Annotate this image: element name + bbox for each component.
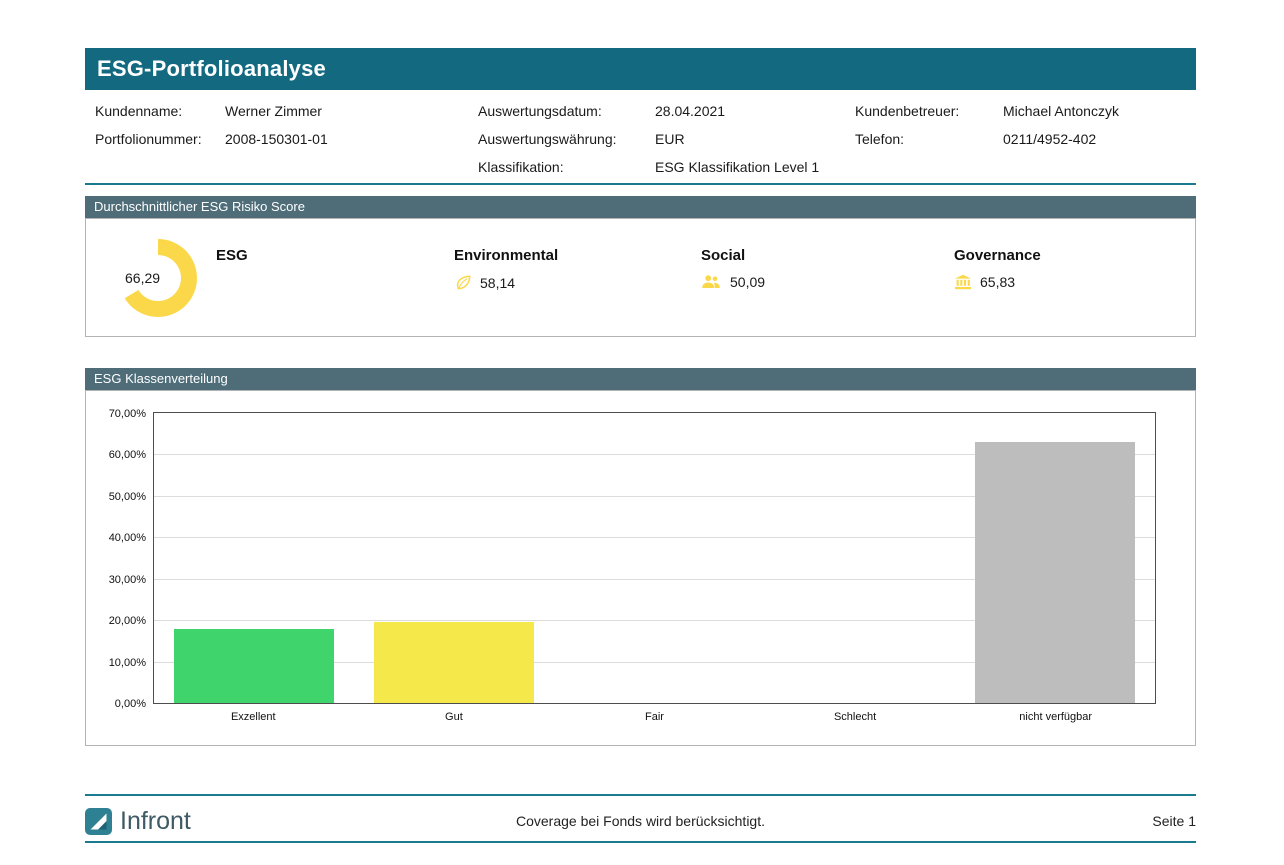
meta-value-telefon: 0211/4952-402 [1003,131,1096,147]
bar-0 [174,629,334,703]
footer-divider-bottom [85,841,1196,843]
metric-environmental-label: Environmental [454,247,558,264]
meta-label-auswertungsdatum: Auswertungsdatum: [478,103,655,119]
footer: Infront Coverage bei Fonds wird berücksi… [85,803,1196,839]
report-title-bar: ESG-Portfolioanalyse [85,48,1196,90]
bar-1 [374,622,534,703]
meta-row: Kundenbetreuer: Michael Antonczyk [855,103,1119,131]
metric-environmental: Environmental 58,14 [454,247,558,291]
x-label-1: Gut [354,711,555,723]
metric-social: Social 50,09 [701,247,765,290]
bar-band-4 [955,413,1155,703]
section-header-distribution: ESG Klassenverteilung [85,368,1196,390]
meta-value-auswertungsdatum: 28.04.2021 [655,103,725,119]
bar-chart-plot: 0,00%10,00%20,00%30,00%40,00%50,00%60,00… [153,412,1156,704]
report-content: ESG-Portfolioanalyse Kundenname: Werner … [85,48,1196,746]
page-number: Seite 1 [1152,813,1196,829]
esg-score-value: 66,29 [125,270,160,286]
bar-band-1 [354,413,554,703]
y-tick-label: 10,00% [88,657,146,669]
meta-label-portfolionummer: Portfolionummer: [95,131,225,147]
metric-social-label: Social [701,247,765,264]
meta-label-klassifikation: Klassifikation: [478,159,655,175]
y-tick-label: 20,00% [88,615,146,627]
esg-distribution-panel: 0,00% 10,00% 20,00% 30,00% 40,00% 50,00% 60,00… [85,390,1196,746]
meta-label-kundenbetreuer: Kundenbetreuer: [855,103,1003,119]
esg-score-panel: 66,29 ESG Environmental 58,14 Social [85,218,1196,337]
x-label-3: Schlecht [755,711,956,723]
meta-label-kundenname: Kundenname: [95,103,225,119]
metric-governance-row: 65,83 [954,274,1041,290]
y-tick-label: 70,00% [88,408,146,420]
metric-governance-label: Governance [954,247,1041,264]
footer-note: Coverage bei Fonds wird berücksichtigt. [85,813,1196,829]
meta-value-kundenbetreuer: Michael Antonczyk [1003,103,1119,119]
people-icon [701,274,722,290]
esg-label: ESG [216,247,248,264]
x-axis-labels: ExzellentGutFairSchlechtnicht verfügbar [153,711,1156,723]
leaf-icon [454,274,472,291]
section-header-esg-score: Durchschnittlicher ESG Risiko Score [85,196,1196,218]
meta-row: Portfolionummer: 2008-150301-01 [95,131,328,159]
esg-score-gauge: 66,29 [119,239,197,317]
meta-value-kundenname: Werner Zimmer [225,103,322,119]
y-tick-label: 50,00% [88,491,146,503]
section-title-distribution: ESG Klassenverteilung [94,371,228,386]
metric-governance-value: 65,83 [980,274,1015,290]
metric-environmental-row: 58,14 [454,274,558,291]
y-tick-label: 30,00% [88,574,146,586]
meta-row: Auswertungsdatum: 28.04.2021 [478,103,819,131]
bar-bands [154,413,1155,703]
y-tick-label: 0,00% [88,698,146,710]
meta-column-middle: Auswertungsdatum: 28.04.2021 Auswertungs… [478,103,819,187]
bar-band-3 [755,413,955,703]
footer-divider-top [85,794,1196,796]
meta-row: Telefon: 0211/4952-402 [855,131,1119,159]
metric-social-value: 50,09 [730,274,765,290]
bank-icon [954,274,972,290]
y-tick-label: 40,00% [88,532,146,544]
x-label-4: nicht verfügbar [955,711,1156,723]
meta-label-auswertungswaehrung: Auswertungswährung: [478,131,655,147]
metric-governance: Governance 65,83 [954,247,1041,290]
meta-row: Kundenname: Werner Zimmer [95,103,328,131]
meta-value-portfolionummer: 2008-150301-01 [225,131,328,147]
meta-value-auswertungswaehrung: EUR [655,131,685,147]
bar-4 [975,442,1135,703]
meta-column-right: Kundenbetreuer: Michael Antonczyk Telefo… [855,103,1119,159]
bar-band-0 [154,413,354,703]
meta-label-telefon: Telefon: [855,131,1003,147]
section-title-esg-score: Durchschnittlicher ESG Risiko Score [94,199,305,214]
meta-value-klassifikation: ESG Klassifikation Level 1 [655,159,819,175]
metric-social-row: 50,09 [701,274,765,290]
x-label-2: Fair [554,711,755,723]
x-label-0: Exzellent [153,711,354,723]
report-page: ESG-Portfolioanalyse Kundenname: Werner … [0,0,1284,865]
y-tick-label: 60,00% [88,449,146,461]
metric-environmental-value: 58,14 [480,275,515,291]
page-title: ESG-Portfolioanalyse [97,56,326,81]
meta-row: Auswertungswährung: EUR [478,131,819,159]
meta-row: Klassifikation: ESG Klassifikation Level… [478,159,819,187]
meta-section: Kundenname: Werner Zimmer Portfolionumme… [85,90,1196,183]
meta-column-left: Kundenname: Werner Zimmer Portfolionumme… [95,103,328,159]
bar-band-2 [554,413,754,703]
